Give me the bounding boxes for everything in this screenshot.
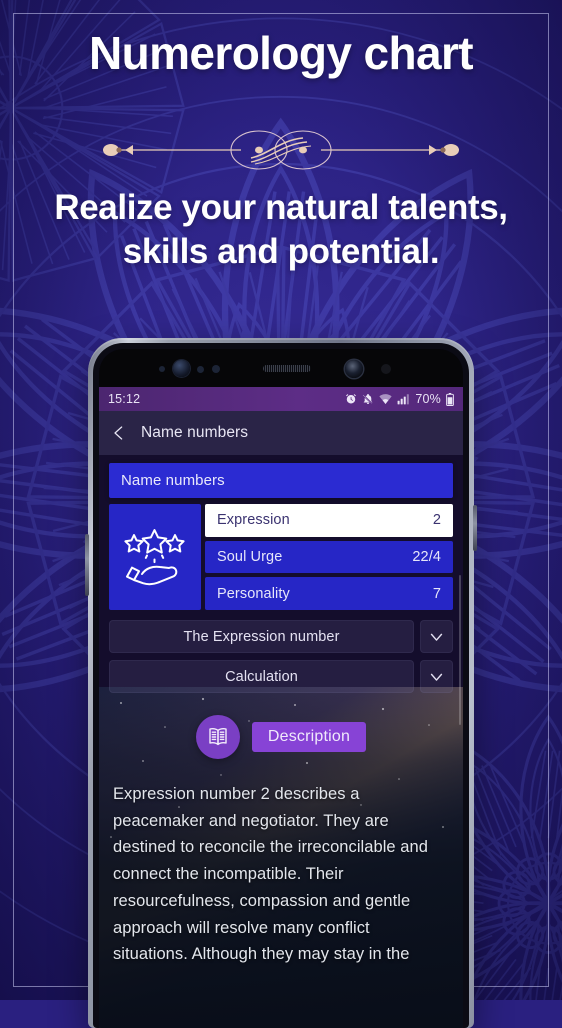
app-bar-title: Name numbers [141,424,249,441]
mute-bell-icon [362,394,374,405]
number-row-soul-urge[interactable]: Soul Urge 22/4 [205,540,453,574]
status-bar: 15:12 70% [99,387,463,411]
proximity-sensor-icon [159,366,165,372]
light-sensor-icon [197,366,204,373]
led-indicator-icon [212,365,220,373]
hand-with-stars-icon [109,504,201,610]
accordion-header-calculation[interactable]: Calculation [109,660,414,693]
wifi-icon [379,394,392,404]
number-label: Personality [217,585,290,602]
phone-screen: 15:12 70% Name numbers Name numbers Expr… [99,349,463,1028]
number-label: Soul Urge [217,549,283,565]
volume-button[interactable] [85,534,89,596]
page-title: Numerology chart [88,27,474,79]
battery-icon [446,392,454,406]
number-value: 2 [432,512,441,529]
subheadline: Realize your natural talents, skills and… [54,188,508,272]
battery-percent-label: 70% [415,392,441,406]
phone-mockup: 15:12 70% Name numbers Name numbers Expr… [85,338,477,1028]
app-content: Name numbers Expression 2 Soul Urge 22/4… [99,455,463,968]
description-button[interactable]: Description [251,722,367,752]
headline-block: Numerology chart [0,27,562,79]
chevron-down-icon[interactable] [420,620,453,653]
open-book-icon[interactable] [195,715,240,759]
power-button[interactable] [473,505,477,551]
description-text: Expression number 2 describes a peacemak… [113,785,428,964]
name-numbers-panel: Expression 2 Soul Urge 22/4 Personality … [109,504,453,611]
chevron-down-icon[interactable] [420,660,453,693]
iris-scanner-icon [173,360,190,377]
number-value: 22/4 [412,549,441,565]
signal-bars-icon [397,394,410,405]
back-chevron-left-icon[interactable] [111,425,127,441]
accordion-header-expression-number[interactable]: The Expression number [109,620,414,653]
number-label: Expression [217,512,290,529]
phone-sensor-strip [99,349,463,387]
accordion-row-expression-number: The Expression number [109,620,453,653]
subheadline-block: Realize your natural talents, skills and… [0,186,562,274]
secondary-sensor-icon [381,364,391,374]
status-icons: 70% [345,392,454,406]
alarm-icon [346,394,357,404]
number-row-personality[interactable]: Personality 7 [205,577,453,611]
number-row-expression[interactable]: Expression 2 [205,504,453,537]
app-scrollbar[interactable] [459,575,461,725]
number-value: 7 [432,585,441,602]
front-camera-icon [345,360,363,378]
accordion-row-calculation: Calculation [109,660,453,693]
description-header: Description [109,715,453,759]
status-clock: 15:12 [108,392,141,406]
app-bar: Name numbers [99,411,463,455]
section-title-bar[interactable]: Name numbers [109,463,453,498]
earpiece-speaker-icon [263,365,311,372]
accordion-list: The Expression number Calculation [109,620,453,693]
number-rows: Expression 2 Soul Urge 22/4 Personality … [205,504,453,611]
app-content-area: Name numbers Expression 2 Soul Urge 22/4… [99,455,463,1028]
ornamental-infinity-flourish-icon [103,130,459,170]
